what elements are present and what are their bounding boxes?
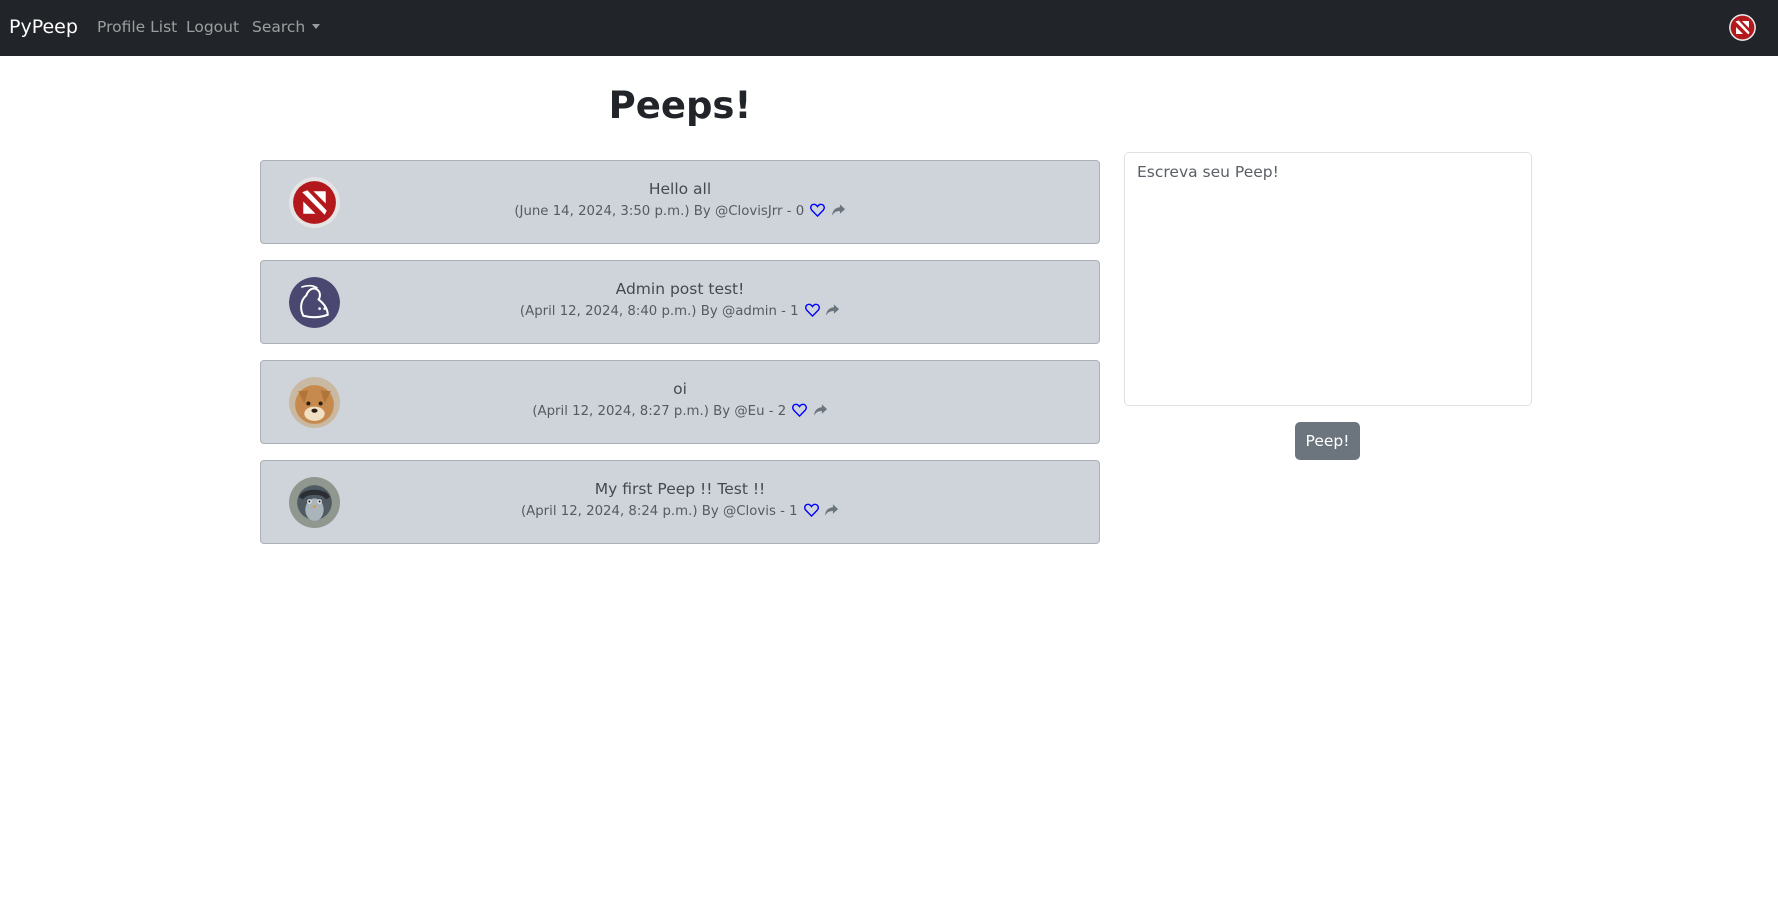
peep-text: Admin post test! [615, 280, 745, 298]
peep-meta: (April 12, 2024, 8:40 p.m.) By @admin - … [261, 303, 1099, 321]
peep-text: Hello all [648, 180, 712, 198]
share-icon[interactable] [825, 303, 840, 317]
peep-card: My first Peep !! Test !! (April 12, 2024… [260, 460, 1100, 544]
peep-meta-text: (April 12, 2024, 8:27 p.m.) By @Eu - 2 [532, 404, 787, 419]
nav-logout-link[interactable]: Logout [186, 17, 239, 37]
peep-meta: (April 12, 2024, 8:27 p.m.) By @Eu - 2 [261, 403, 1099, 421]
peep-card: oi (April 12, 2024, 8:27 p.m.) By @Eu - … [260, 360, 1100, 444]
peep-body: Hello all (June 14, 2024, 3:50 p.m.) By … [261, 179, 1099, 221]
chevron-down-icon [312, 24, 321, 29]
peep-meta-text: (April 12, 2024, 8:24 p.m.) By @Clovis -… [520, 504, 798, 519]
peep-text: My first Peep !! Test !! [594, 480, 766, 498]
dota-logo-icon [1729, 14, 1756, 41]
heart-icon[interactable] [810, 203, 826, 217]
peep-meta: (April 12, 2024, 8:24 p.m.) By @Clovis -… [261, 503, 1099, 521]
peep-card: Admin post test! (April 12, 2024, 8:40 p… [260, 260, 1100, 344]
page-title: Peeps! [608, 84, 752, 127]
user-avatar[interactable] [1729, 14, 1756, 41]
peep-meta-text: (June 14, 2024, 3:50 p.m.) By @ClovisJrr… [514, 204, 805, 219]
peep-body: oi (April 12, 2024, 8:27 p.m.) By @Eu - … [261, 379, 1099, 421]
top-navbar: PyPeep Profile List Logout Search [0, 0, 1778, 56]
nav-search-dropdown[interactable]: Search [252, 17, 321, 37]
share-icon[interactable] [831, 203, 846, 217]
peep-meta-text: (April 12, 2024, 8:40 p.m.) By @admin - … [519, 304, 799, 319]
nav-search-label: Search [252, 18, 306, 36]
peep-text: oi [673, 380, 687, 398]
peep-body: Admin post test! (April 12, 2024, 8:40 p… [261, 279, 1099, 321]
brand-link[interactable]: PyPeep [9, 15, 78, 39]
peep-body: My first Peep !! Test !! (April 12, 2024… [261, 479, 1099, 521]
share-icon[interactable] [813, 403, 828, 417]
nav-profile-list-link[interactable]: Profile List [97, 17, 177, 37]
peep-submit-button[interactable]: Peep! [1295, 422, 1360, 460]
peep-card: Hello all (June 14, 2024, 3:50 p.m.) By … [260, 160, 1100, 244]
peep-compose-textarea[interactable] [1124, 152, 1532, 406]
share-icon[interactable] [824, 503, 839, 517]
peep-meta: (June 14, 2024, 3:50 p.m.) By @ClovisJrr… [261, 203, 1099, 221]
heart-icon[interactable] [792, 403, 808, 417]
heart-icon[interactable] [803, 503, 819, 517]
heart-icon[interactable] [804, 303, 820, 317]
